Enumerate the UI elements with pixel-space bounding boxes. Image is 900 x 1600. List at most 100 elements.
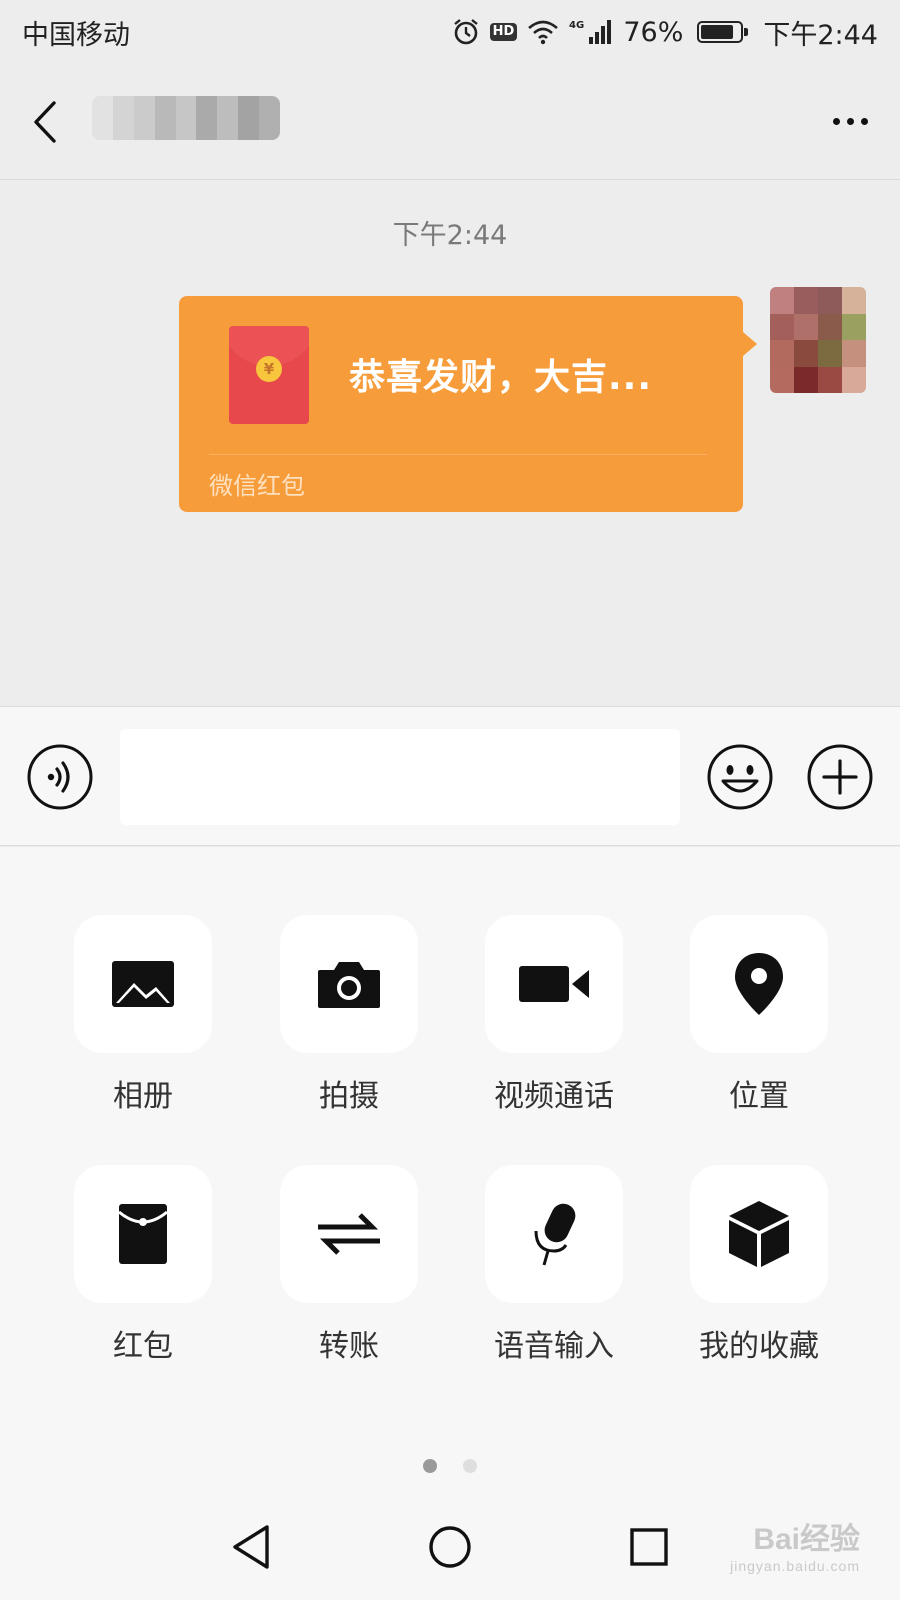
more-dots-icon bbox=[833, 118, 840, 125]
red-envelope-icon: ¥ bbox=[229, 326, 309, 424]
tile[interactable] bbox=[485, 915, 623, 1053]
panel-item-album[interactable]: 相册 bbox=[74, 915, 212, 1115]
mosaic-cell bbox=[196, 96, 218, 140]
more-dot bbox=[847, 118, 854, 125]
carrier-label: 中国移动 bbox=[22, 19, 130, 51]
page-indicator bbox=[0, 1459, 900, 1473]
mosaic-cell bbox=[794, 313, 818, 340]
status-icons: HD 4G 76% 下午2:44 bbox=[452, 13, 878, 52]
panel-item-location[interactable]: 位置 bbox=[690, 915, 828, 1115]
watermark: Bai经验 jingyan.baidu.com bbox=[730, 1514, 860, 1574]
watermark-text: Bai经验 bbox=[753, 1523, 860, 1556]
plus-icon bbox=[807, 744, 873, 810]
mosaic-cell bbox=[818, 340, 842, 367]
message-timestamp: 下午2:44 bbox=[392, 220, 508, 251]
mosaic-cell bbox=[770, 313, 794, 340]
voice-icon bbox=[27, 744, 93, 810]
panel-item-camera[interactable]: 拍摄 bbox=[280, 915, 418, 1115]
favorites-icon bbox=[729, 1201, 789, 1267]
mosaic-cell bbox=[818, 366, 842, 393]
tile[interactable] bbox=[280, 1165, 418, 1303]
tile[interactable] bbox=[74, 1165, 212, 1303]
nav-home-button[interactable] bbox=[423, 1520, 477, 1574]
panel-item-label: 相册 bbox=[113, 1079, 173, 1114]
emoji-button[interactable] bbox=[706, 743, 774, 811]
panel-item-label: 我的收藏 bbox=[699, 1329, 819, 1364]
tile[interactable] bbox=[690, 1165, 828, 1303]
mosaic-cell bbox=[842, 287, 866, 314]
video-call-icon bbox=[519, 966, 589, 1002]
watermark-sub: jingyan.baidu.com bbox=[730, 1558, 860, 1574]
battery-percent: 76% bbox=[623, 16, 684, 48]
mosaic-cell bbox=[259, 96, 280, 140]
tile[interactable] bbox=[280, 915, 418, 1053]
chat-area[interactable]: 下午2:44 ¥ 恭喜发财，大吉... 微信红包 bbox=[0, 181, 900, 706]
tile[interactable] bbox=[690, 915, 828, 1053]
photo-icon bbox=[112, 961, 174, 1007]
mosaic-cell bbox=[133, 96, 155, 140]
panel-item-video-call[interactable]: 视频通话 bbox=[485, 915, 623, 1115]
mosaic-cell bbox=[794, 366, 818, 393]
tile[interactable] bbox=[74, 915, 212, 1053]
alarm-icon bbox=[452, 18, 480, 46]
function-panel: 相册 拍摄 视频通话 位置 红包 转账 语音输入 我的收藏 bbox=[0, 847, 900, 1492]
recents-square-icon bbox=[630, 1528, 668, 1566]
status-bar: 中国移动 HD 4G 76% 下午2:44 bbox=[0, 0, 900, 64]
mosaic-cell bbox=[238, 96, 260, 140]
message-input[interactable] bbox=[120, 729, 680, 825]
panel-item-label: 视频通话 bbox=[494, 1079, 614, 1114]
page-dot bbox=[463, 1459, 477, 1473]
page-dot bbox=[423, 1459, 437, 1473]
nav-recents-button[interactable] bbox=[622, 1520, 676, 1574]
panel-item-voice-input[interactable]: 语音输入 bbox=[485, 1165, 623, 1365]
network-label: 4G bbox=[569, 20, 584, 31]
mosaic-cell bbox=[842, 313, 866, 340]
more-functions-button[interactable] bbox=[806, 743, 874, 811]
mosaic-cell bbox=[818, 313, 842, 340]
battery-fill bbox=[701, 25, 734, 39]
red-packet-message[interactable]: ¥ 恭喜发财，大吉... 微信红包 bbox=[179, 296, 757, 512]
mosaic-cell bbox=[770, 287, 794, 314]
red-packet-footer: 微信红包 bbox=[209, 472, 305, 500]
panel-item-label: 位置 bbox=[729, 1079, 789, 1114]
tile[interactable] bbox=[485, 1165, 623, 1303]
nav-back-button[interactable] bbox=[224, 1520, 278, 1574]
mosaic-cell bbox=[92, 96, 113, 140]
more-button[interactable] bbox=[831, 108, 870, 135]
panel-item-transfer[interactable]: 转账 bbox=[280, 1165, 418, 1365]
mosaic-cell bbox=[175, 96, 197, 140]
coin-icon: ¥ bbox=[256, 356, 282, 382]
back-triangle-icon bbox=[233, 1525, 269, 1569]
home-circle-icon bbox=[429, 1526, 471, 1568]
mosaic-cell bbox=[842, 340, 866, 367]
microphone-icon bbox=[534, 1203, 576, 1266]
system-nav-bar: Bai经验 jingyan.baidu.com bbox=[0, 1492, 900, 1600]
mosaic-cell bbox=[794, 287, 818, 314]
signal-icon: 4G bbox=[569, 18, 613, 46]
emoji-icon bbox=[707, 744, 773, 810]
hd-icon: HD bbox=[489, 23, 518, 41]
panel-item-red-packet[interactable]: 红包 bbox=[74, 1165, 212, 1365]
mosaic-cell bbox=[154, 96, 176, 140]
more-dot bbox=[861, 118, 868, 125]
camera-icon bbox=[318, 962, 380, 1008]
panel-item-label: 语音输入 bbox=[494, 1329, 614, 1364]
panel-item-favorites[interactable]: 我的收藏 bbox=[690, 1165, 828, 1365]
battery-icon bbox=[697, 21, 749, 43]
avatar[interactable] bbox=[770, 287, 866, 393]
mosaic-cell bbox=[217, 96, 239, 140]
mosaic-cell bbox=[770, 366, 794, 393]
panel-item-label: 转账 bbox=[319, 1329, 379, 1364]
contact-name-pixelated bbox=[92, 96, 280, 140]
mosaic-cell bbox=[112, 96, 134, 140]
input-bar bbox=[0, 706, 900, 846]
location-icon bbox=[735, 953, 783, 1015]
wifi-icon bbox=[527, 19, 559, 45]
chevron-left-icon bbox=[34, 100, 56, 143]
red-packet-divider bbox=[209, 454, 707, 455]
mosaic-cell bbox=[770, 340, 794, 367]
mosaic-cell bbox=[842, 366, 866, 393]
voice-button[interactable] bbox=[26, 743, 94, 811]
back-button[interactable] bbox=[30, 94, 70, 150]
red-packet-title: 恭喜发财，大吉... bbox=[349, 357, 653, 398]
